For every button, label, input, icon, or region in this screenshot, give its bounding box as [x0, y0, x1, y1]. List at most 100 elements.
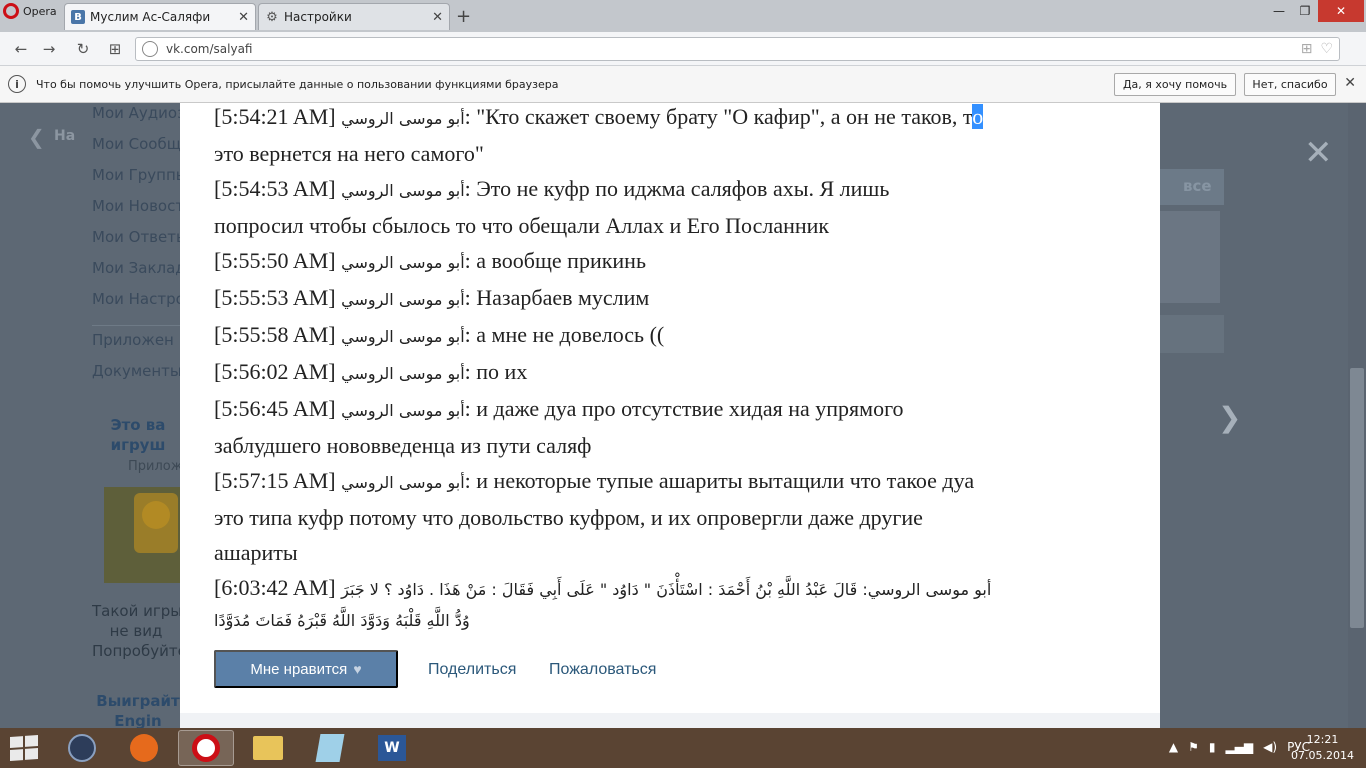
chat-line: это типа куфр потому что довольство куфр… — [214, 505, 923, 530]
opera-menu-button[interactable]: Opera — [0, 0, 60, 22]
next-arrow-icon[interactable]: ❯ — [1218, 401, 1241, 434]
scrollbar-thumb[interactable] — [1350, 368, 1364, 628]
opera-logo-icon — [3, 3, 19, 19]
info-icon: i — [8, 75, 26, 93]
back-label: На — [54, 128, 76, 144]
chat-line-arabic: وُدُّ اللَّهِ قَلْبَهُ وَدَوَّدَ اللَّهُ… — [214, 611, 470, 630]
opera-icon[interactable] — [178, 730, 234, 766]
page-grid-icon[interactable]: ⊞ — [1301, 41, 1313, 57]
ad-title[interactable]: Это ва игруш — [96, 415, 180, 455]
media-player-icon[interactable] — [54, 730, 110, 766]
post-footer — [180, 713, 1160, 728]
share-link[interactable]: Поделиться — [428, 661, 516, 679]
address-actions: ⊞ ♡ — [1301, 41, 1333, 57]
accept-button[interactable]: Да, я хочу помочь — [1114, 73, 1236, 96]
new-tab-button[interactable]: + — [456, 6, 471, 27]
opera-menu-label: Opera — [23, 4, 57, 18]
url-text: vk.com/salyafi — [166, 42, 253, 56]
file-explorer-icon[interactable] — [240, 730, 296, 766]
taskbar: W ▲ ⚑ ▮ ▂▄▆ ◀) РУС 12:21 07.05.2014 — [0, 728, 1366, 768]
tab-title: Муслим Ас-Саляфи — [90, 10, 211, 24]
info-message: Что бы помочь улучшить Opera, присылайте… — [36, 78, 559, 91]
restore-button[interactable]: ❐ — [1294, 0, 1316, 22]
signal-icon[interactable]: ▂▄▆ — [1225, 740, 1253, 754]
minimize-button[interactable]: — — [1264, 0, 1294, 22]
report-link[interactable]: Пожаловаться — [549, 661, 656, 679]
sidebar-item-apps[interactable]: Приложен — [92, 331, 174, 349]
battery-icon[interactable]: ▮ — [1209, 740, 1216, 754]
close-viewer-icon[interactable]: ✕ — [1304, 133, 1333, 173]
helmet-icon — [142, 501, 170, 529]
flag-icon[interactable]: ⚑ — [1188, 740, 1199, 754]
chat-line: [5:55:50 AM] أبو موسى الروسي: а вообще п… — [214, 248, 646, 273]
clock[interactable]: 12:21 07.05.2014 — [1291, 732, 1354, 764]
right-block — [1160, 315, 1224, 353]
chat-line: [5:54:53 AM] أبو موسى الروسي: Это не куф… — [214, 176, 890, 201]
chat-line: [5:57:15 AM] أبو موسى الروسي: и некоторы… — [214, 468, 975, 493]
chat-line: заблудшего нововведенца из пути саляф — [214, 433, 592, 458]
system-tray: ▲ ⚑ ▮ ▂▄▆ ◀) РУС — [1169, 740, 1310, 754]
reload-icon[interactable]: ↻ — [72, 38, 94, 60]
info-bar: i Что бы помочь улучшить Opera, присылай… — [0, 66, 1366, 103]
address-bar[interactable]: vk.com/salyafi ⊞ ♡ — [135, 37, 1340, 61]
like-label: Мне нравится — [250, 660, 348, 678]
text-selection: о — [972, 104, 984, 129]
heart-icon: ♥ — [353, 661, 362, 677]
like-button[interactable]: Мне нравится ♥ — [214, 650, 398, 688]
tab-close-icon[interactable]: ✕ — [432, 10, 443, 25]
tab-settings[interactable]: ⚙ Настройки ✕ — [258, 3, 450, 30]
firefox-icon[interactable] — [116, 730, 172, 766]
post-text: [5:54:21 AM] أبو موسى الروسي: "Кто скаже… — [214, 103, 1129, 633]
page-viewport: ❮ На Мои Аудиоз Мои Сообщ Мои Группы Мои… — [0, 103, 1366, 728]
vk-favicon-icon: В — [71, 10, 85, 24]
ad-subtitle: Прилож — [128, 459, 183, 474]
document-thumbnail[interactable] — [1160, 211, 1220, 303]
sidebar-item-settings[interactable]: Мои Настро — [92, 290, 185, 308]
tray-expand-icon[interactable]: ▲ — [1169, 740, 1178, 754]
start-windows-icon[interactable] — [10, 735, 38, 761]
back-arrow-icon[interactable]: ❮ — [28, 125, 45, 149]
browser-toolbar: ← → ↻ ⊞ vk.com/salyafi ⊞ ♡ — [0, 32, 1366, 66]
forward-arrow-icon[interactable]: → — [38, 38, 60, 60]
bookmark-heart-icon[interactable]: ♡ — [1320, 41, 1333, 57]
tab-vk-profile[interactable]: В Муслим Ас-Саляфи ✕ — [64, 3, 256, 30]
gear-icon: ⚙ — [266, 9, 278, 25]
ad-text: Такой игры не вид Попробуйте — [92, 602, 180, 660]
speed-dial-grid-icon[interactable]: ⊞ — [104, 38, 126, 60]
ad-image[interactable] — [104, 487, 180, 583]
chat-line: попросил чтобы сбылось то что обещали Ал… — [214, 213, 830, 238]
sidebar-item-bookmarks[interactable]: Мои Заклад — [92, 259, 186, 277]
sidebar-item-news[interactable]: Мои Новост — [92, 197, 184, 215]
clock-date: 07.05.2014 — [1291, 749, 1354, 762]
sidebar-item-messages[interactable]: Мои Сообщ — [92, 135, 181, 153]
chat-line: [5:56:02 AM] أبو موسى الروسي: по их — [214, 359, 528, 384]
back-arrow-icon[interactable]: ← — [10, 38, 32, 60]
tab-title: Настройки — [284, 10, 352, 24]
ad2-title[interactable]: Выиграйт Engin — [96, 691, 180, 728]
window-close-button[interactable]: ✕ — [1318, 0, 1364, 22]
clock-time: 12:21 — [1306, 733, 1339, 746]
chat-line: [5:55:58 AM] أبو موسى الروسي: а мне не д… — [214, 322, 665, 347]
all-link[interactable]: все — [1183, 177, 1212, 195]
info-close-icon[interactable]: ✕ — [1344, 75, 1356, 91]
chat-line: [5:55:53 AM] أبو موسى الروسي: Назарбаев … — [214, 285, 650, 310]
chat-line: это вернется на него самого" — [214, 141, 484, 166]
site-info-icon[interactable] — [142, 41, 158, 57]
post-viewer: [5:54:21 AM] أبو موسى الروسي: "Кто скаже… — [180, 103, 1160, 728]
volume-icon[interactable]: ◀) — [1263, 740, 1277, 754]
chat-line-arabic: [6:03:42 AM] أبو موسى الروسي: قَالَ عَبْ… — [214, 575, 992, 600]
word-icon[interactable]: W — [364, 730, 420, 766]
chat-line: [5:56:45 AM] أبو موسى الروسي: и даже дуа… — [214, 396, 904, 421]
tab-close-icon[interactable]: ✕ — [238, 10, 249, 25]
sidebar-item-replies[interactable]: Мои Ответы — [92, 228, 188, 246]
chat-line: ашариты — [214, 540, 298, 565]
left-sidebar: ❮ На Мои Аудиоз Мои Сообщ Мои Группы Мои… — [0, 103, 188, 728]
notepad-icon[interactable] — [302, 730, 358, 766]
decline-button[interactable]: Нет, спасибо — [1244, 73, 1336, 96]
chat-line: [5:54:21 AM] أبو موسى الروسي: "Кто скаже… — [214, 104, 984, 129]
title-bar: Opera В Муслим Ас-Саляфи ✕ ⚙ Настройки ✕… — [0, 0, 1366, 32]
sidebar-divider — [92, 325, 180, 326]
sidebar-item-documents[interactable]: Документы — [92, 362, 182, 380]
sidebar-item-audio[interactable]: Мои Аудиоз — [92, 104, 185, 122]
sidebar-item-groups[interactable]: Мои Группы — [92, 166, 188, 184]
